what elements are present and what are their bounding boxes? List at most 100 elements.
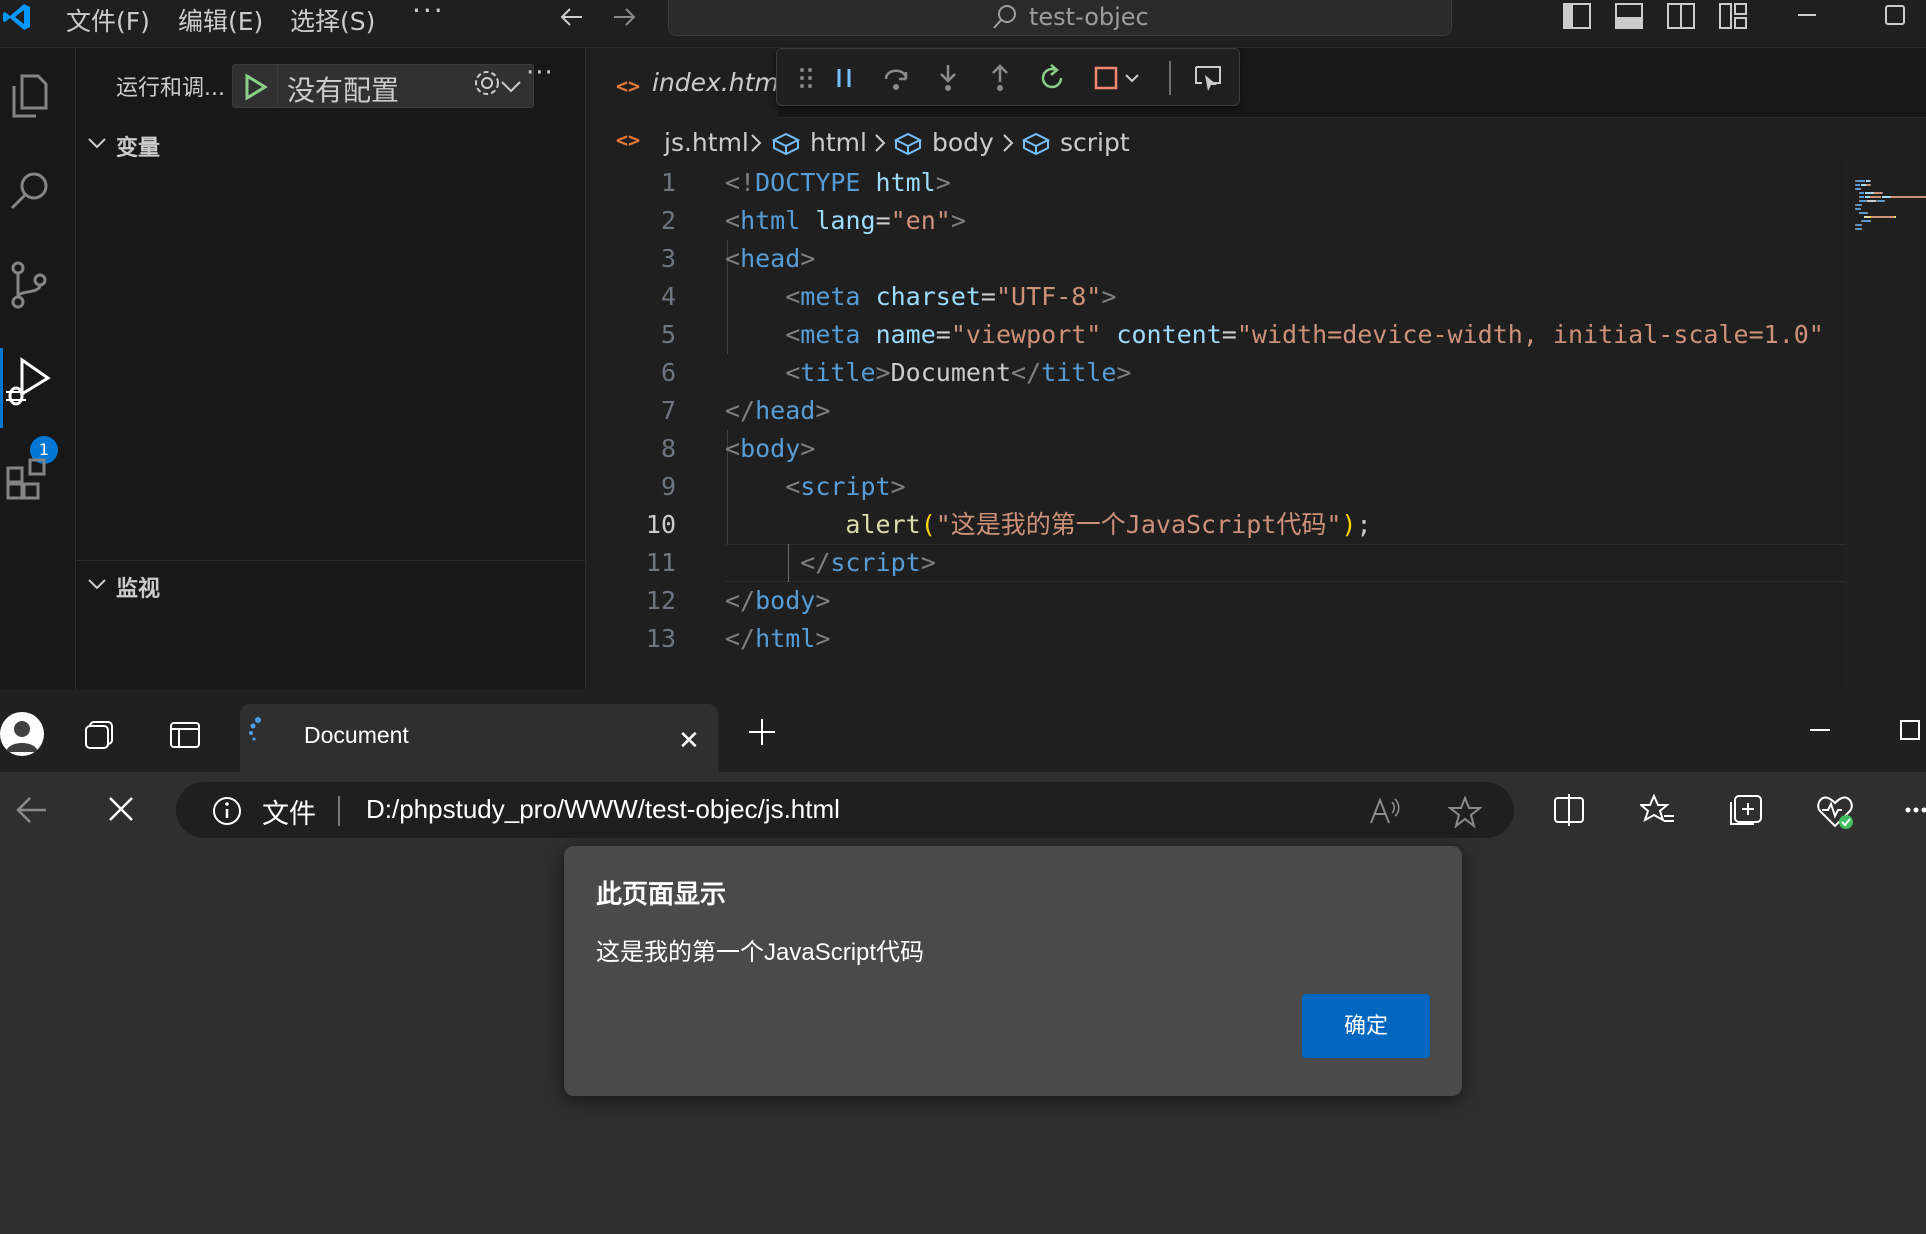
start-debugging-icon[interactable] [243,73,269,101]
search-icon[interactable] [4,164,54,220]
code-line[interactable]: 12 </body> [588,582,1846,620]
code-line[interactable]: 11 </script> [588,544,1846,582]
profile-icon [6,721,38,752]
code-line[interactable]: 8 <body> [588,430,1846,468]
line-number: 3 [660,244,676,273]
menu-more-button[interactable]: ··· [412,0,445,27]
chevron-down-icon [88,579,106,590]
favorites-icon[interactable] [1640,794,1676,826]
inspect-icon[interactable] [1193,63,1223,93]
toggle-panel-icon[interactable] [1614,2,1644,30]
chevron-right-icon [875,134,886,152]
toggle-primary-sidebar-icon[interactable] [1562,2,1592,30]
read-aloud-icon[interactable] [1368,796,1402,826]
address-bar[interactable]: 文件 D:/phpstudy_pro/WWW/test-objec/js.htm… [176,782,1514,838]
workspaces-icon[interactable] [82,718,116,752]
maximize-icon[interactable] [1876,0,1916,30]
browser-tabstrip: Document ✕ [0,690,1926,772]
code-text: </head> [725,396,831,425]
code-line[interactable]: 3 <head> [588,240,1846,278]
chevron-down-icon[interactable] [499,77,523,97]
minimap-stroke [1860,192,1864,194]
stop-loading-icon[interactable] [106,794,136,824]
close-tab-icon[interactable]: ✕ [678,726,700,756]
back-arrow-icon[interactable] [556,2,588,32]
dialog-ok-button[interactable]: 确定 [1302,994,1430,1058]
line-number: 9 [660,472,676,501]
run-and-debug-icon[interactable] [4,354,54,410]
gear-icon[interactable] [472,68,502,98]
new-tab-icon[interactable] [746,716,778,748]
profile-avatar[interactable] [0,712,44,756]
step-into-icon[interactable] [933,63,963,93]
minimap-stroke [1895,216,1896,218]
customize-layout-icon[interactable] [1718,2,1748,30]
breadcrumb-file[interactable]: js.html [664,128,749,157]
code-line[interactable]: 4 <meta charset="UTF-8"> [588,278,1846,316]
toggle-secondary-sidebar-icon[interactable] [1666,2,1696,30]
step-over-icon[interactable] [881,63,911,93]
minimap-stroke [1863,220,1870,222]
minimap-stroke [1867,212,1868,214]
sidebar-title: 运行和调... [116,76,225,101]
code-line[interactable]: 6 <title>Document</title> [588,354,1846,392]
code-line[interactable]: 5 <meta name="viewport" content="width=d… [588,316,1846,354]
restart-icon[interactable] [1037,63,1067,93]
minimap-stroke [1870,180,1871,182]
menu-edit[interactable]: 编辑(E) [178,2,263,38]
chevron-right-icon [751,134,762,152]
favorite-star-icon[interactable] [1448,796,1482,828]
minimap-stroke [1857,180,1865,182]
code-line[interactable]: 1 <!DOCTYPE html> [588,164,1846,202]
browser-tab-document[interactable]: Document ✕ [240,704,718,772]
variables-section-header[interactable]: 变量 [76,124,586,164]
breadcrumb-html[interactable]: html [810,128,867,157]
menu-file[interactable]: 文件(F) [66,2,150,38]
toolbar-separator [1169,61,1171,95]
watch-section-header[interactable]: 监视 [76,565,586,605]
minimize-icon[interactable] [1786,0,1826,30]
line-number: 12 [645,586,676,615]
code-line[interactable]: 10 alert("这是我的第一个JavaScript代码"); [588,506,1846,544]
code-text: </html> [725,624,831,653]
tab-actions-icon[interactable] [168,718,202,752]
code-line[interactable]: 7 </head> [588,392,1846,430]
menu-selection[interactable]: 选择(S) [290,2,375,38]
extensions-icon[interactable] [4,454,54,510]
code-line[interactable]: 2 <html lang="en"> [588,202,1846,240]
minimap-stroke [1861,204,1862,206]
split-screen-icon[interactable] [1552,794,1586,826]
minimap[interactable] [1846,164,1926,690]
section-divider [76,560,586,561]
code-text: <title>Document</title> [785,358,1132,387]
code-editor[interactable]: 1 <!DOCTYPE html> 2 <html lang="en"> 3 <head>… [588,164,1846,690]
line-number: 4 [660,282,676,311]
command-center[interactable]: test-objec [668,0,1452,36]
settings-more-icon[interactable] [1900,794,1926,826]
minimap-stroke [1882,192,1883,194]
code-line[interactable]: 13 </html> [588,620,1846,658]
editor-tab-index-html[interactable]: <> index.html [588,48,786,118]
info-icon[interactable] [212,796,242,826]
step-out-icon[interactable] [985,63,1015,93]
chevron-down-icon[interactable] [1117,63,1147,93]
source-control-icon[interactable] [4,258,54,314]
maximize-icon[interactable] [1898,718,1922,742]
browser-essentials-icon[interactable] [1816,794,1854,830]
breadcrumb-body[interactable]: body [932,128,994,157]
collections-icon[interactable] [1728,794,1764,828]
dialog-message: 这是我的第一个JavaScript代码 [596,939,925,966]
forward-arrow-icon[interactable] [608,2,640,32]
code-line[interactable]: 9 <script> [588,468,1846,506]
drag-handle-icon[interactable] [791,63,821,93]
back-arrow-icon[interactable] [14,794,50,826]
pause-icon[interactable] [829,63,859,93]
minimap-stroke [1860,196,1864,198]
site-scheme-label[interactable]: 文件 [262,792,316,831]
breadcrumb-script[interactable]: script [1060,128,1130,157]
minimize-icon[interactable] [1808,718,1832,742]
more-actions-button[interactable]: ··· [526,58,554,88]
url-text[interactable]: D:/phpstudy_pro/WWW/test-objec/js.html [366,794,840,825]
vscode-logo-icon [3,4,30,30]
explorer-icon[interactable] [4,68,54,124]
